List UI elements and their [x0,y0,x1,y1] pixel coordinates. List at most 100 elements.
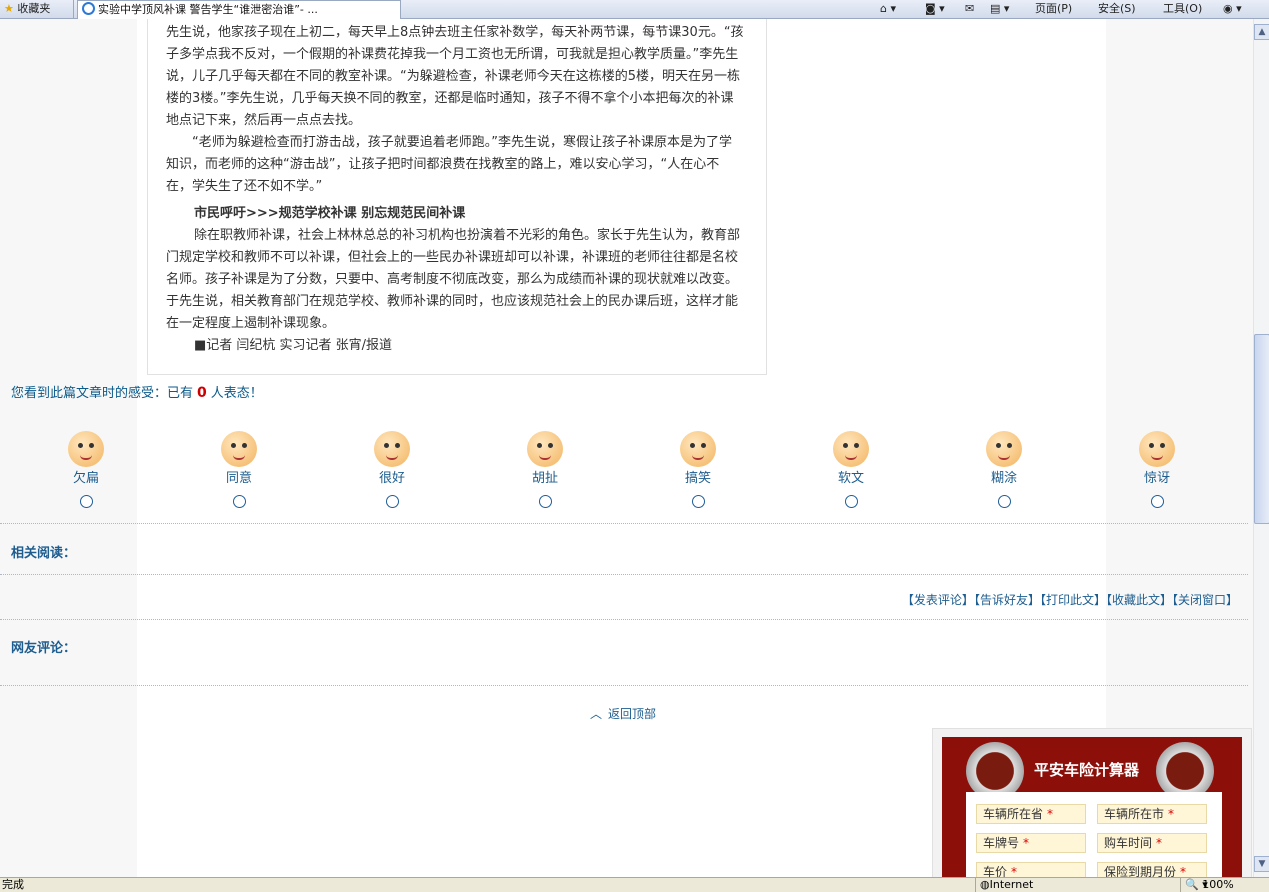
post-comment-link[interactable]: 【发表评论】 [902,593,974,607]
up-arrow-icon: ︿ [590,707,603,721]
home-icon[interactable]: ⌂ ▾ [880,0,896,18]
divider [0,523,1248,524]
divider [0,574,1248,575]
page-viewport: 先生说，他家孩子现在上初二，每天早上8点钟去班主任家补数学，每天补两节课，每节课… [0,19,1253,877]
back-to-top-link[interactable]: ︿ 返回顶部 [590,705,656,722]
feeds-icon[interactable]: ◙ ▾ [925,0,945,18]
help-icon[interactable]: ◉ ▾ [1223,0,1242,18]
article-paragraph: “老师为躲避检查而打游击战，孩子就要追着老师跑。”李先生说，寒假让孩子补课原本是… [166,132,744,198]
mood-option[interactable]: 很好 [362,431,422,508]
internet-zone: ◍ Internet [975,878,1033,892]
vertical-scrollbar[interactable]: ▲ ▼ [1253,19,1269,877]
close-window-link[interactable]: 【关闭窗口】 [1172,593,1238,607]
browser-window: ★ 收藏夹 实验中学顶风补课 警告学生“谁泄密治谁”- ... ⌂ ▾ ◙ ▾ … [0,0,1269,892]
favorites-label: 收藏夹 [17,2,51,15]
mood-label: 软文 [837,471,864,486]
status-bar: 完成 ◍ Internet 🔍 100% ▾ [0,877,1269,892]
menu-page[interactable]: 页面(P) [1035,0,1072,18]
article-paragraph: 除在职教师补课，社会上林林总总的补习机构也扮演着不光彩的角色。家长于先生认为，教… [166,225,744,335]
mood-label: 很好 [378,471,405,486]
zone-label: Internet [989,878,1034,891]
poll-suffix: 人表态！ [210,386,263,401]
poll-question: 您看到此篇文章时的感受：已有 0 人表态！ [11,382,263,401]
mood-face-icon [986,431,1022,467]
scroll-thumb[interactable] [1254,334,1269,524]
mood-radio[interactable] [1150,495,1164,508]
favorites-button[interactable]: ★ 收藏夹 [0,0,74,18]
subheading-text: 市民呼吁>>>规范学校补课 别忘规范民间补课 [194,206,466,221]
divider [0,685,1248,686]
active-tab[interactable]: 实验中学顶风补课 警告学生“谁泄密治谁”- ... [77,0,401,19]
mail-icon[interactable]: ✉ [965,0,974,18]
comments-label: 网友评论： [11,641,77,656]
required-mark: * [1023,836,1030,850]
article-paragraph-1: 先生说，他家孩子现在上初二，每天早上8点钟去班主任家补数学，每天补两节课，每节课… [166,25,744,128]
tab-title: 实验中学顶风补课 警告学生“谁泄密治谁”- ... [98,3,318,16]
print-icon[interactable]: ▤ ▾ [990,0,1009,18]
required-mark: * [1011,865,1018,877]
mood-radio[interactable] [79,495,93,508]
article-subheading: 市民呼吁>>>规范学校补课 别忘规范民间补课 [166,203,744,225]
mood-face-icon [68,431,104,467]
field-label: 购车时间 [1104,836,1153,850]
mood-radio[interactable] [691,495,705,508]
car-insurance-calculator-ad[interactable]: 平安车险计算器 车辆所在省 * 车辆所在市 * 车牌号 * 购车时间 * 车价 * 保险到… [932,728,1252,877]
status-text: 完成 [2,878,24,891]
province-field[interactable]: 车辆所在省 * [976,804,1086,824]
scroll-down-button[interactable]: ▼ [1254,856,1269,872]
menu-tools[interactable]: 工具(O) [1163,0,1202,18]
mood-radio[interactable] [538,495,552,508]
mood-option[interactable]: 欠扁 [56,431,116,508]
mood-label: 欠扁 [72,471,99,486]
article-byline: ■记者 闫纪杭 实习记者 张宵/报道 [166,335,744,357]
mood-option[interactable]: 软文 [821,431,881,508]
mood-label: 惊讶 [1143,471,1170,486]
mood-face-icon [527,431,563,467]
browser-tab-bar: ★ 收藏夹 实验中学顶风补课 警告学生“谁泄密治谁”- ... ⌂ ▾ ◙ ▾ … [0,0,1269,19]
purchase-date-field[interactable]: 购车时间 * [1097,833,1207,853]
plate-field[interactable]: 车牌号 * [976,833,1086,853]
mood-option[interactable]: 糊涂 [974,431,1034,508]
field-label: 车辆所在省 [983,807,1044,821]
mood-option[interactable]: 搞笑 [668,431,728,508]
mood-label: 糊涂 [990,471,1017,486]
article-actions: 【发表评论】【告诉好友】【打印此文】【收藏此文】【关闭窗口】 [902,591,1238,608]
mood-face-icon [374,431,410,467]
back-to-top-label: 返回顶部 [608,707,657,721]
mood-face-icon [221,431,257,467]
mood-face-icon [680,431,716,467]
required-mark: * [1180,865,1187,877]
zoom-level: 100% [1202,878,1234,891]
mood-radio[interactable] [385,495,399,508]
tell-friend-link[interactable]: 【告诉好友】 [974,593,1040,607]
mood-option[interactable]: 惊讶 [1127,431,1187,508]
mood-radio[interactable] [997,495,1011,508]
ie-icon [82,2,95,15]
divider [0,619,1248,620]
car-price-field[interactable]: 车价 * [976,862,1086,877]
field-label: 保险到期月份 [1104,865,1177,877]
article-paragraph-3: 除在职教师补课，社会上林林总总的补习机构也扮演着不光彩的角色。家长于先生认为，教… [166,228,741,331]
mood-option[interactable]: 胡扯 [515,431,575,508]
star-icon: ★ [4,2,14,15]
city-field[interactable]: 车辆所在市 * [1097,804,1207,824]
ad-title: 平安车险计算器 [1034,761,1140,779]
article-paragraph-2: “老师为躲避检查而打游击战，孩子就要追着老师跑。”李先生说，寒假让孩子补课原本是… [166,135,732,194]
mood-radio[interactable] [844,495,858,508]
field-label: 车价 [983,865,1008,877]
ad-form: 车辆所在省 * 车辆所在市 * 车牌号 * 购车时间 * 车价 * 保险到期月份 * [966,792,1222,877]
scroll-up-button[interactable]: ▲ [1254,24,1269,40]
required-mark: * [1047,807,1054,821]
ad-panel: 平安车险计算器 车辆所在省 * 车辆所在市 * 车牌号 * 购车时间 * 车价 * 保险到… [942,737,1242,877]
menu-safety[interactable]: 安全(S) [1098,0,1136,18]
zoom-control[interactable]: 🔍 100% ▾ [1180,878,1234,892]
field-label: 车辆所在市 [1104,807,1165,821]
mood-face-icon [1139,431,1175,467]
bookmark-article-link[interactable]: 【收藏此文】 [1106,593,1172,607]
mood-option[interactable]: 同意 [209,431,269,508]
required-mark: * [1168,807,1175,821]
expiry-month-field[interactable]: 保险到期月份 * [1097,862,1207,877]
required-mark: * [1156,836,1163,850]
mood-radio[interactable] [232,495,246,508]
print-article-link[interactable]: 【打印此文】 [1040,593,1106,607]
